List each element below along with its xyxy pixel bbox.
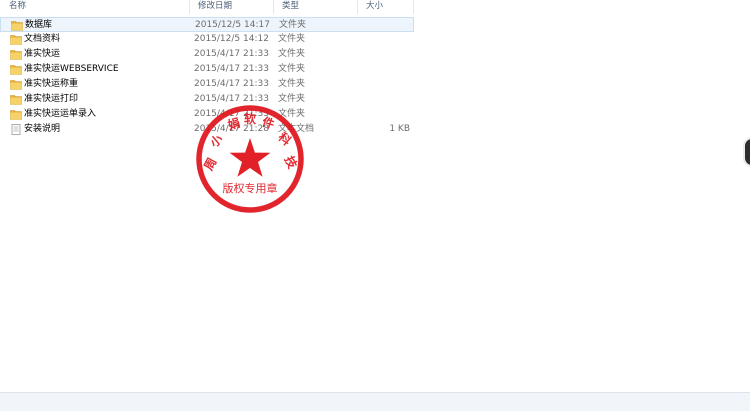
file-name: 数据库 bbox=[25, 20, 53, 30]
file-name: 准实快运称重 bbox=[24, 79, 79, 89]
file-type: 文件夹 bbox=[278, 64, 306, 74]
status-bar bbox=[0, 392, 750, 411]
column-header-type[interactable]: 类型 bbox=[274, 0, 358, 14]
file-name: 准实快运WEBSERVICE bbox=[24, 64, 119, 74]
folder-icon bbox=[10, 95, 22, 105]
file-date: 2015/4/17 21:33 bbox=[194, 79, 269, 89]
file-size bbox=[358, 62, 410, 77]
file-size bbox=[358, 92, 410, 107]
copyright-seal-stamp: 周 小 娟 软 件 科 技 版权专用章 bbox=[196, 105, 304, 213]
file-size: 1 KB bbox=[389, 124, 410, 134]
seal-bottom-text: 版权专用章 bbox=[223, 181, 278, 195]
folder-icon bbox=[10, 50, 22, 60]
file-type: 文件夹 bbox=[278, 79, 306, 89]
file-name: 安装说明 bbox=[24, 124, 61, 134]
file-name: 文档资料 bbox=[24, 34, 61, 44]
folder-icon bbox=[10, 35, 22, 45]
file-date: 2015/4/17 21:33 bbox=[194, 64, 269, 74]
folder-icon bbox=[11, 21, 23, 31]
column-header: 名称 修改日期 类型 大小 bbox=[0, 0, 414, 14]
column-header-size[interactable]: 大小 bbox=[358, 0, 414, 14]
column-header-date[interactable]: 修改日期 bbox=[190, 0, 274, 14]
file-date: 2015/12/5 14:12 bbox=[194, 34, 269, 44]
file-size bbox=[358, 32, 410, 47]
folder-icon bbox=[10, 80, 22, 90]
file-size bbox=[358, 107, 410, 122]
svg-text:小: 小 bbox=[207, 131, 226, 150]
file-row[interactable]: 准实快运WEBSERVICE 2015/4/17 21:33 文件夹 bbox=[0, 62, 414, 77]
folder-icon bbox=[10, 110, 22, 120]
file-row[interactable]: 准实快运称重 2015/4/17 21:33 文件夹 bbox=[0, 77, 414, 92]
file-row[interactable]: 文档资料 2015/12/5 14:12 文件夹 bbox=[0, 32, 414, 47]
file-name: 准实快运运单录入 bbox=[24, 109, 97, 119]
file-type: 文件夹 bbox=[278, 49, 306, 59]
svg-text:娟: 娟 bbox=[226, 115, 241, 133]
column-header-name[interactable]: 名称 bbox=[0, 0, 190, 14]
folder-icon bbox=[10, 65, 22, 75]
file-date: 2015/12/5 14:17 bbox=[195, 20, 270, 30]
file-type: 文件夹 bbox=[278, 34, 306, 44]
file-name: 准实快运 bbox=[24, 49, 61, 59]
star-icon bbox=[229, 138, 271, 177]
file-size bbox=[359, 18, 411, 33]
file-size bbox=[358, 77, 410, 92]
file-date: 2015/4/17 21:33 bbox=[194, 49, 269, 59]
file-row[interactable]: 准实快运 2015/4/17 21:33 文件夹 bbox=[0, 47, 414, 62]
svg-text:周: 周 bbox=[201, 156, 219, 173]
file-row[interactable]: 数据库 2015/12/5 14:17 文件夹 bbox=[0, 17, 414, 32]
file-size bbox=[358, 47, 410, 62]
scroll-handle[interactable] bbox=[743, 137, 750, 167]
file-name: 准实快运打印 bbox=[24, 94, 79, 104]
svg-text:软: 软 bbox=[244, 111, 256, 126]
file-type: 文件夹 bbox=[279, 20, 307, 30]
text-document-icon bbox=[11, 124, 21, 135]
